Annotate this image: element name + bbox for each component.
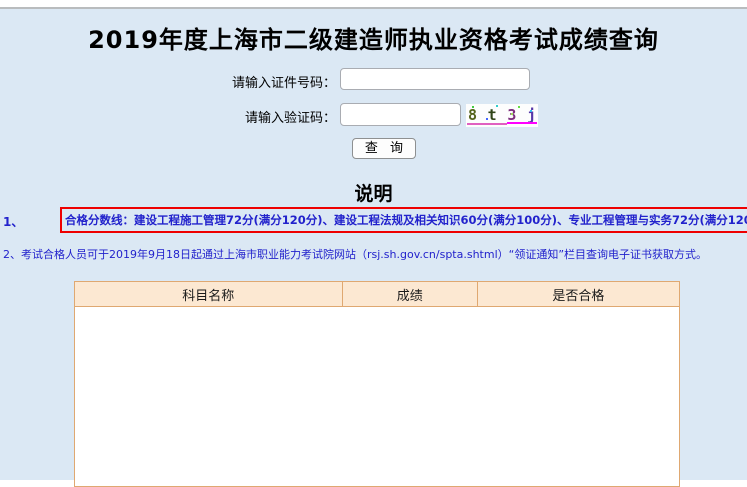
captcha-noise-dot: [530, 110, 532, 112]
captcha-noise-dot: [518, 106, 520, 108]
captcha-noise-line: [507, 122, 537, 124]
column-header-score: 成绩: [343, 282, 478, 306]
captcha-noise-dot: [511, 113, 513, 115]
notice-heading: 说明: [0, 179, 747, 206]
column-header-subject: 科目名称: [75, 282, 343, 306]
page-title: 2019年度上海市二级建造师执业资格考试成绩查询: [0, 20, 747, 55]
captcha-label: 请输入验证码：: [245, 107, 336, 126]
results-table: 科目名称 成绩 是否合格: [74, 281, 680, 487]
results-table-header: 科目名称 成绩 是否合格: [75, 282, 679, 307]
captcha-noise-line: [467, 123, 507, 125]
captcha-image[interactable]: 8t3j: [466, 104, 538, 127]
captcha-noise-dot: [496, 105, 498, 107]
id-number-label: 请输入证件号码：: [232, 72, 336, 91]
captcha-noise-dot: [472, 106, 474, 108]
query-button[interactable]: 查 询: [352, 138, 416, 159]
page-background: { "colors": { "page_bg": "#dbe8f4", "not…: [0, 0, 747, 480]
captcha-noise-dot: [486, 118, 488, 120]
top-bar: [0, 0, 747, 9]
notice-item2: 2、考试合格人员可于2019年9月18日起通过上海市职业能力考试院网站（rsj.…: [3, 246, 707, 262]
captcha-input[interactable]: [340, 103, 461, 126]
notice-item1-highlighted: 合格分数线：建设工程施工管理72分(满分120分)、建设工程法规及相关知识60分…: [60, 207, 747, 233]
column-header-pass: 是否合格: [478, 282, 679, 306]
id-number-input[interactable]: [340, 68, 530, 90]
notice-item1-prefix: 1、: [3, 213, 23, 230]
